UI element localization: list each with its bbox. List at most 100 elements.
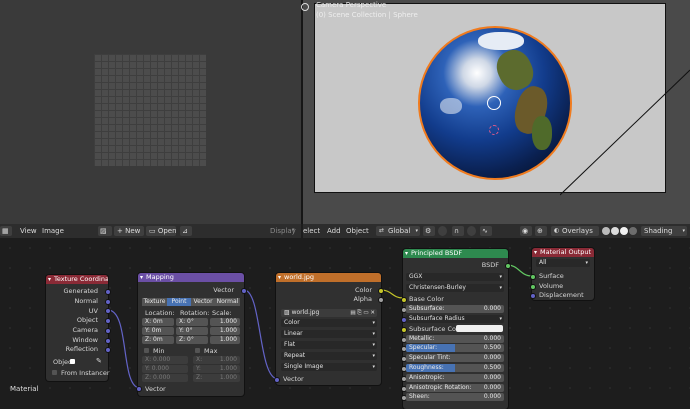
- node-header[interactable]: Texture Coordina.: [46, 275, 108, 284]
- output-generated: Generated: [63, 287, 98, 295]
- metallic-slider[interactable]: Metallic: 0.000: [406, 335, 504, 343]
- rotation-z[interactable]: Z: 0°: [176, 336, 208, 344]
- node-header[interactable]: Material Output: [532, 248, 594, 257]
- max-label: Max: [204, 347, 218, 355]
- socket-normal[interactable]: [105, 299, 111, 305]
- image-datablock[interactable]: ▨ world.jpg ▤ ⎘ ▭ ✕: [281, 309, 377, 317]
- socket-volume[interactable]: [530, 284, 536, 290]
- distribution-dropdown[interactable]: GGX ▾: [406, 273, 504, 281]
- max-y[interactable]: Y: 1.000: [193, 365, 240, 373]
- output-window: Window: [72, 336, 98, 344]
- output-uv: UV: [88, 307, 98, 315]
- tab-vector[interactable]: Vector: [191, 298, 215, 306]
- source-dropdown[interactable]: Single Image ▾: [281, 363, 377, 371]
- output-reflection: Reflection: [65, 345, 98, 353]
- output-camera: Camera: [72, 326, 98, 334]
- input-surface: Surface: [539, 272, 564, 280]
- roughness-slider[interactable]: Roughness: 0.500: [406, 364, 504, 372]
- output-object: Object: [76, 316, 98, 324]
- specular-slider[interactable]: Specular: 0.500: [406, 344, 504, 352]
- object-picker-swatch[interactable]: [70, 359, 75, 364]
- max-x[interactable]: X: 1.000: [193, 356, 240, 364]
- max-checkbox[interactable]: [195, 348, 200, 353]
- tab-normal[interactable]: Normal: [215, 298, 240, 306]
- color-space-dropdown[interactable]: Color ▾: [281, 319, 377, 327]
- socket-generated[interactable]: [105, 289, 111, 295]
- anisotropic-rotation-slider[interactable]: Anisotropic Rotation: 0.000: [406, 384, 504, 392]
- chevron-down-icon: ▾: [372, 320, 375, 326]
- min-label: Min: [153, 347, 165, 355]
- output-target-dropdown[interactable]: All ▾: [536, 259, 590, 267]
- socket-displacement[interactable]: [530, 293, 536, 299]
- location-y[interactable]: Y: 0m: [142, 327, 174, 335]
- interpolation-dropdown[interactable]: Linear ▾: [281, 330, 377, 338]
- rotation-x[interactable]: X: 0°: [176, 318, 208, 326]
- node-header[interactable]: Mapping: [138, 273, 244, 282]
- sheen-slider[interactable]: Sheen: 0.000: [406, 393, 504, 401]
- socket-window[interactable]: [105, 338, 111, 344]
- base-color-label: Base Color: [409, 295, 444, 303]
- scale-label: Scale:: [212, 309, 232, 317]
- image-icon: ▨: [284, 309, 292, 316]
- socket-base-color[interactable]: [401, 297, 407, 303]
- node-header[interactable]: world.jpg: [276, 273, 381, 282]
- chevron-down-icon: ▾: [499, 285, 502, 291]
- output-color: Color: [355, 286, 372, 294]
- location-z[interactable]: Z: 0m: [142, 336, 174, 344]
- socket-reflection[interactable]: [105, 347, 111, 353]
- chevron-down-icon: ▾: [372, 364, 375, 370]
- socket-camera[interactable]: [105, 328, 111, 334]
- output-normal: Normal: [74, 297, 98, 305]
- rotation-label: Rotation:: [180, 309, 210, 317]
- scale-z[interactable]: 1.000: [210, 336, 240, 344]
- socket-vector-in[interactable]: [274, 377, 280, 383]
- projection-dropdown[interactable]: Flat ▾: [281, 341, 377, 349]
- chevron-down-icon: ▾: [372, 331, 375, 337]
- anisotropic-slider[interactable]: Anisotropic: 0.000: [406, 374, 504, 382]
- subsurface-method-dropdown[interactable]: Christensen-Burley ▾: [406, 284, 504, 292]
- max-z[interactable]: Z: 1.000: [193, 374, 240, 382]
- socket-color-out[interactable]: [378, 288, 384, 294]
- chevron-down-icon: ▾: [372, 342, 375, 348]
- extension-dropdown[interactable]: Repeat ▾: [281, 352, 377, 360]
- location-label: Location:: [145, 309, 175, 317]
- socket-bsdf-out[interactable]: [505, 263, 511, 269]
- input-displacement: Displacement: [539, 291, 584, 299]
- min-x[interactable]: X: 0.000: [142, 356, 188, 364]
- node-header[interactable]: Principled BSDF: [403, 249, 508, 258]
- subsurface-color-label: Subsurface Colo: [409, 325, 462, 333]
- tab-point[interactable]: Point: [167, 298, 191, 306]
- min-y[interactable]: Y: 0.000: [142, 365, 188, 373]
- socket-object[interactable]: [105, 318, 111, 324]
- subsurface-radius-dropdown[interactable]: Subsurface Radius ▾: [406, 315, 504, 323]
- socket-uv[interactable]: [105, 308, 111, 314]
- specular-tint-slider[interactable]: Specular Tint: 0.000: [406, 354, 504, 362]
- output-vector: Vector: [213, 286, 234, 294]
- socket-surface[interactable]: [530, 274, 536, 280]
- output-alpha: Alpha: [353, 295, 372, 303]
- socket-subsurface-color[interactable]: [401, 327, 407, 333]
- chevron-down-icon: ▾: [585, 260, 588, 266]
- socket-mapping-in[interactable]: [136, 386, 142, 392]
- input-volume: Volume: [539, 282, 564, 290]
- output-bsdf: BSDF: [481, 261, 499, 269]
- scale-x[interactable]: 1.000: [210, 318, 240, 326]
- image-actions-icons[interactable]: ▤ ⎘ ▭ ✕: [350, 309, 375, 317]
- material-label: Material: [10, 385, 39, 393]
- chevron-down-icon: ▾: [372, 353, 375, 359]
- chevron-down-icon: ▾: [499, 274, 502, 280]
- subsurface-slider[interactable]: Subsurface: 0.000: [406, 305, 504, 313]
- eyedropper-icon[interactable]: ✎: [96, 357, 102, 365]
- chevron-down-icon: ▾: [499, 316, 502, 322]
- from-instancer-checkbox[interactable]: [52, 370, 57, 375]
- location-x[interactable]: X: 0m: [142, 318, 174, 326]
- subsurface-color-swatch[interactable]: [456, 325, 503, 332]
- rotation-y[interactable]: Y: 0°: [176, 327, 208, 335]
- min-checkbox[interactable]: [144, 348, 149, 353]
- tab-texture[interactable]: Texture: [142, 298, 167, 306]
- min-z[interactable]: Z: 0.000: [142, 374, 188, 382]
- input-vector: Vector: [145, 385, 166, 393]
- socket-mapping-out[interactable]: [241, 288, 247, 294]
- scale-y[interactable]: 1.000: [210, 327, 240, 335]
- socket-alpha-out[interactable]: [378, 297, 384, 303]
